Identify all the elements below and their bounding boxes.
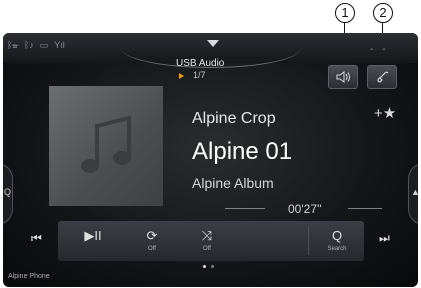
- previous-track-button[interactable]: ⏮: [31, 231, 42, 246]
- shuffle-button[interactable]: ⤨ Off: [185, 221, 229, 261]
- album-name: Alpine Album: [192, 175, 274, 191]
- album-artwork: [49, 86, 163, 206]
- play-pause-button[interactable]: ▶II: [68, 221, 118, 261]
- page-dot: [211, 265, 214, 268]
- add-favorite-star-icon[interactable]: +★: [374, 104, 396, 122]
- search-icon: Q: [4, 187, 12, 197]
- play-pause-icon: ▶II: [84, 228, 102, 243]
- left-side-tab[interactable]: Q: [3, 163, 13, 225]
- page-indicator: [203, 265, 214, 268]
- elapsed-time: 00'27'': [288, 202, 322, 216]
- source-label: USB Audio: [176, 58, 225, 69]
- search-icon: Q: [331, 228, 343, 243]
- signal-icon: Yıl: [54, 40, 65, 50]
- footer-text: Alpine Phone: [8, 273, 50, 280]
- repeat-button[interactable]: ⟳ Off: [130, 221, 174, 261]
- song-title: Alpine 01: [192, 138, 293, 165]
- pull-down-arrow-icon[interactable]: [207, 40, 219, 47]
- callout-1: 1: [335, 3, 355, 23]
- audio-setup-button[interactable]: [328, 65, 358, 89]
- menu-dash: - -: [370, 44, 389, 55]
- bluetooth-phone-icon: ᛒ☎: [7, 40, 18, 50]
- repeat-label: Off: [148, 246, 156, 252]
- search-button[interactable]: Q Search: [314, 221, 360, 261]
- bluetooth-audio-icon: ᛒ♪: [23, 40, 34, 50]
- next-track-button[interactable]: ⏭: [379, 231, 390, 246]
- search-label: Search: [327, 246, 347, 252]
- shuffle-label: Off: [203, 246, 211, 252]
- phone-icon: [377, 71, 389, 83]
- speaker-icon: [336, 71, 350, 83]
- playback-control-bar: ▶II ⟳ Off ⤨ Off Q Search: [58, 221, 364, 261]
- callout-2: 2: [373, 3, 393, 23]
- shuffle-icon: ⤨: [201, 228, 213, 243]
- divider: [308, 227, 309, 255]
- status-icons: ᛒ☎ ᛒ♪ ▭ Yıl: [7, 40, 65, 51]
- battery-icon: ▭: [39, 40, 49, 50]
- music-note-icon: [81, 115, 131, 173]
- progress-line-left: [225, 208, 265, 209]
- right-side-tab[interactable]: ▲: [408, 163, 418, 225]
- track-counter: 1/7: [193, 70, 206, 80]
- playing-indicator-icon: [179, 73, 184, 79]
- up-arrow-icon: ▲: [411, 187, 418, 197]
- repeat-icon: ⟳: [146, 228, 158, 243]
- artist-name: Alpine Crop: [192, 110, 276, 127]
- phone-button[interactable]: [367, 65, 397, 89]
- head-unit-screen: ᛒ☎ ᛒ♪ ▭ Yıl - - USB Audio 1/7 Q ▲ Alpine…: [3, 33, 418, 287]
- page-dot-active: [203, 265, 206, 268]
- progress-line-right: [348, 208, 382, 209]
